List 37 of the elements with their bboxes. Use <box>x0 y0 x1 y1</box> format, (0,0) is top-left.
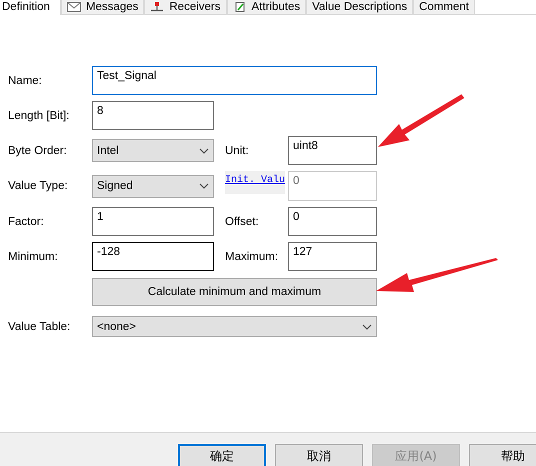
tab[interactable]: Comment <box>413 0 475 15</box>
input-field[interactable]: -128 <box>92 242 214 271</box>
tab[interactable]: Attributes <box>226 0 306 15</box>
field-label: Minimum: <box>8 250 59 262</box>
input-field[interactable]: uint8 <box>288 136 377 165</box>
calculate-button[interactable]: Calculate minimum and maximum <box>92 278 377 306</box>
field-label: Name: <box>8 74 43 86</box>
input-field[interactable]: 1 <box>92 207 214 236</box>
receiver-icon <box>150 2 164 12</box>
dropdown[interactable]: Intel <box>92 139 214 162</box>
tab[interactable]: Definition <box>0 0 61 15</box>
field-label: Unit: <box>225 144 249 156</box>
tab[interactable]: Receivers <box>144 0 227 15</box>
input-field[interactable]: 8 <box>92 101 214 130</box>
chevron-down-icon <box>199 183 209 189</box>
link[interactable]: Init. Valu <box>225 171 286 194</box>
field-label: Value Type: <box>8 180 69 192</box>
input-field[interactable]: Test_Signal <box>92 66 377 95</box>
dropdown[interactable]: Signed <box>92 174 214 198</box>
input-field[interactable]: 127 <box>288 242 377 271</box>
field-label: Length [Bit]: <box>8 110 70 122</box>
chevron-down-icon <box>362 324 372 330</box>
tab[interactable]: Value Descriptions <box>306 0 414 15</box>
field-label: Value Table: <box>8 320 72 332</box>
chevron-down-icon <box>199 148 209 154</box>
input-field[interactable]: 0 <box>288 207 377 236</box>
field-label: Byte Order: <box>8 144 68 156</box>
field-label: Offset: <box>225 216 259 228</box>
dialog-button[interactable]: 确定 <box>178 444 266 466</box>
dialog-button[interactable]: 取消 <box>275 444 363 466</box>
tab[interactable]: Messages <box>60 0 144 15</box>
envelope-icon <box>66 2 81 12</box>
dropdown[interactable]: <none> <box>92 316 377 337</box>
dialog-button[interactable]: 帮助 <box>469 444 536 466</box>
pencil-icon <box>232 2 247 12</box>
field-label: Maximum: <box>225 250 278 262</box>
field-label: Factor: <box>8 216 45 228</box>
